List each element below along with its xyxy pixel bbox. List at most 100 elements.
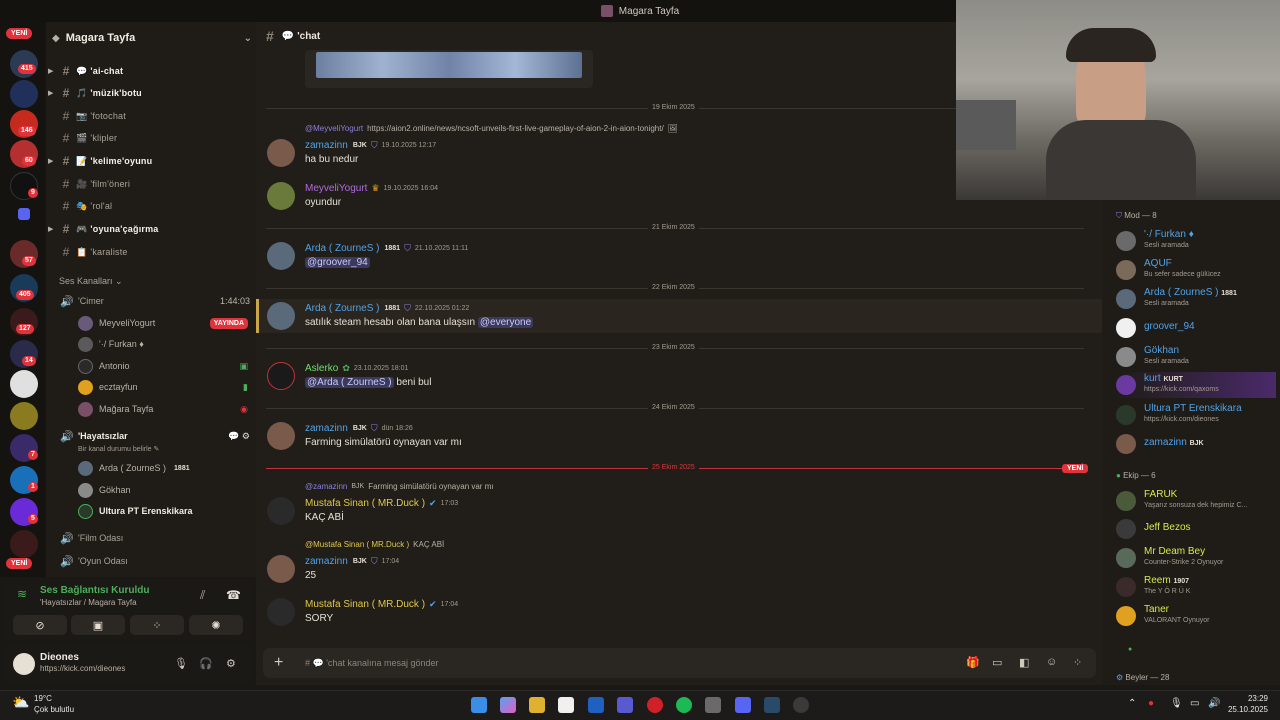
avatar[interactable] xyxy=(267,362,295,390)
camera-off-button[interactable]: ⊘ xyxy=(13,615,67,635)
reply-preview[interactable]: @zamazinn BJK Farming simülatörü oynayan v… xyxy=(305,482,494,491)
discord-icon[interactable] xyxy=(735,697,751,713)
screen-share-button[interactable]: ▣ xyxy=(71,615,125,635)
folder-icon[interactable] xyxy=(18,208,30,220)
member-item[interactable]: AQUF Bu sefer sadece gülücez xyxy=(1116,257,1276,283)
avatar[interactable] xyxy=(267,422,295,450)
member-item[interactable]: Mr Deam Bey Counter-Strike 2 Oynuyor xyxy=(1116,545,1276,571)
server-icon[interactable] xyxy=(10,370,38,398)
voice-user[interactable]: Mağara Tayfa ◉ xyxy=(78,399,248,419)
voice-user[interactable]: Arda ( ZourneS ) 1881 xyxy=(78,458,248,478)
apps-icon[interactable]: ⁘ xyxy=(1073,656,1082,669)
soundboard-button[interactable]: ✺ xyxy=(189,615,243,635)
member-item[interactable]: Reem 1907 The Y Ö R Ü K xyxy=(1116,574,1276,600)
teams-icon[interactable] xyxy=(617,697,633,713)
member-item[interactable]: zamazinn BJK xyxy=(1116,431,1276,457)
channel-status[interactable]: Bir kanal durumu belirle ✎ xyxy=(78,445,159,453)
member-item[interactable]: '·/ Furkan ♦ Sesli aramada xyxy=(1116,228,1276,254)
message-author[interactable]: Arda ( ZourneS ) 1881 ⛉ 21.10.2025 11:11 xyxy=(305,243,468,254)
server-icon[interactable] xyxy=(10,402,38,430)
message-author[interactable]: Mustafa Sinan ( MR.Duck ) ✔ 17:03 xyxy=(305,498,458,509)
app-icon[interactable] xyxy=(705,697,721,713)
file-explorer-icon[interactable] xyxy=(529,697,545,713)
channel-film-oneri[interactable]: # 🎥'film'öneri xyxy=(56,174,251,194)
noise-suppression-icon[interactable]: ⫽ xyxy=(200,588,205,603)
gift-icon[interactable]: 🎁 xyxy=(966,656,980,669)
voice-user[interactable]: Gökhan xyxy=(78,480,248,500)
network-icon[interactable]: ▭ xyxy=(1190,698,1199,709)
message-author[interactable]: Aslerko ✿ 23.10.2025 18:01 xyxy=(305,363,408,374)
voice-user[interactable]: '·/ Furkan ♦ xyxy=(78,334,248,354)
voice-user[interactable]: MeyveliYogurt YAYINDA xyxy=(78,313,248,333)
voice-channel-oyun[interactable]: 🔊 'Oyun Odası xyxy=(60,551,250,571)
voice-user[interactable]: Ultura PT Erenskikara xyxy=(78,501,248,521)
channel-rol-al[interactable]: # 🎭'rol'al xyxy=(56,196,251,216)
member-item[interactable]: FARUK Yaşarız sonsuza dek hepimiz C... xyxy=(1116,488,1276,514)
gif-icon[interactable]: ▭ xyxy=(992,656,1002,669)
voice-category[interactable]: Ses Kanalları ⌄ xyxy=(59,276,123,287)
message-author[interactable]: Mustafa Sinan ( MR.Duck ) ✔ 17:04 xyxy=(305,599,458,610)
gear-icon[interactable]: ⚙ xyxy=(226,657,236,670)
reply-preview[interactable]: @Mustafa Sinan ( MR.Duck ) KAÇ ABİ xyxy=(305,540,444,549)
start-icon[interactable] xyxy=(471,697,487,713)
add-attachment-icon[interactable]: + xyxy=(274,654,283,672)
channel-fotochat[interactable]: # 📷'fotochat xyxy=(56,106,251,126)
app-icon[interactable] xyxy=(793,697,809,713)
channel-ai-chat[interactable]: ▶ # 💬'ai-chat xyxy=(48,61,251,81)
reply-preview[interactable]: @MeyveliYogurt https://aion2.online/news/… xyxy=(305,124,678,133)
weather-temp[interactable]: 19°C xyxy=(34,694,52,703)
message-author[interactable]: zamazinn BJK ⛉ 17:04 xyxy=(305,556,399,567)
sticker-icon[interactable]: ◧ xyxy=(1019,656,1029,669)
channel-klipler[interactable]: # 🎬'klipler xyxy=(56,128,251,148)
headphones-icon[interactable]: 🎧 xyxy=(199,657,213,670)
emoji-icon[interactable]: ☺ xyxy=(1046,656,1057,668)
weather-desc[interactable]: Çok bulutlu xyxy=(34,705,74,714)
voice-channel-film[interactable]: 🔊 'Film Odası xyxy=(60,528,250,548)
copilot-icon[interactable] xyxy=(500,697,516,713)
avatar[interactable] xyxy=(267,139,295,167)
message-author[interactable]: zamazinn BJK ⛉ dün 18:26 xyxy=(305,423,413,434)
opera-icon[interactable] xyxy=(647,697,663,713)
spotify-icon[interactable] xyxy=(676,697,692,713)
voice-user[interactable]: ecztayfun ▮ xyxy=(78,377,248,397)
avatar[interactable] xyxy=(267,598,295,626)
user-mention[interactable]: @groover_94 xyxy=(305,257,370,268)
steam-icon[interactable] xyxy=(764,697,780,713)
embed-image[interactable] xyxy=(316,52,582,78)
channel-oyuna-cagirma[interactable]: ▶ # 🎮'oyuna'çağırma xyxy=(48,219,251,239)
avatar[interactable] xyxy=(267,497,295,525)
channel-kelime-oyunu[interactable]: ▶ # 📝'kelime'oyunu xyxy=(48,151,251,171)
member-item[interactable]: Taner VALORANT Oynuyor xyxy=(1116,603,1276,629)
member-item[interactable]: Jeff Bezos xyxy=(1116,516,1276,542)
user-mention[interactable]: @Arda ( ZourneS ) xyxy=(305,377,394,388)
clock-date[interactable]: 25.10.2025 xyxy=(1222,705,1268,714)
server-icon[interactable] xyxy=(10,530,38,558)
microphone-icon[interactable]: 🎙 xyxy=(1170,698,1183,709)
avatar[interactable] xyxy=(267,182,295,210)
store-icon[interactable] xyxy=(558,697,574,713)
avatar[interactable] xyxy=(13,653,35,675)
outlook-icon[interactable] xyxy=(588,697,604,713)
message-author[interactable]: MeyveliYogurt ♛ 19.10.2025 16:04 xyxy=(305,183,438,194)
avatar[interactable] xyxy=(267,555,295,583)
message-author[interactable]: Arda ( ZourneS ) 1881 ⛉ 22.10.2025 01:22 xyxy=(305,303,469,314)
activities-button[interactable]: ⁘ xyxy=(130,615,184,635)
member-item[interactable]: kurt KURT https://kick.com/qaxoms xyxy=(1116,372,1276,398)
microphone-icon[interactable]: 🎙 xyxy=(174,657,188,670)
message-input-placeholder[interactable]: # 💬 'chat kanalına mesaj gönder xyxy=(305,658,439,669)
avatar[interactable] xyxy=(267,302,295,330)
server-icon[interactable] xyxy=(10,80,38,108)
tray-app-icon[interactable]: ● xyxy=(1148,698,1154,709)
member-item[interactable]: groover_94 xyxy=(1116,315,1276,341)
message-author[interactable]: zamazinn BJK ⛉ 19.10.2025 12:17 xyxy=(305,140,436,151)
everyone-mention[interactable]: @everyone xyxy=(477,317,534,328)
channel-karaliste[interactable]: # 📋'karaliste xyxy=(56,242,251,262)
voice-channel-hayatsizlar[interactable]: 🔊 'Hayatsızlar 💬 ⚙ xyxy=(60,426,250,446)
channel-action-icons[interactable]: 💬 ⚙ xyxy=(228,431,250,442)
member-item[interactable]: Ultura PT Erenskikara https://kick.com/di… xyxy=(1116,402,1276,428)
voice-location[interactable]: 'Hayatsızlar / Magara Tayfa xyxy=(40,598,137,607)
member-item[interactable]: Arda ( ZourneS ) 1881 Sesli aramada xyxy=(1116,286,1276,312)
voice-channel-cimer[interactable]: 🔊 'Cimer 1:44:03 xyxy=(60,291,250,311)
member-item[interactable]: Gökhan Sesli aramada xyxy=(1116,344,1276,370)
disconnect-icon[interactable]: ☎ xyxy=(226,588,241,602)
